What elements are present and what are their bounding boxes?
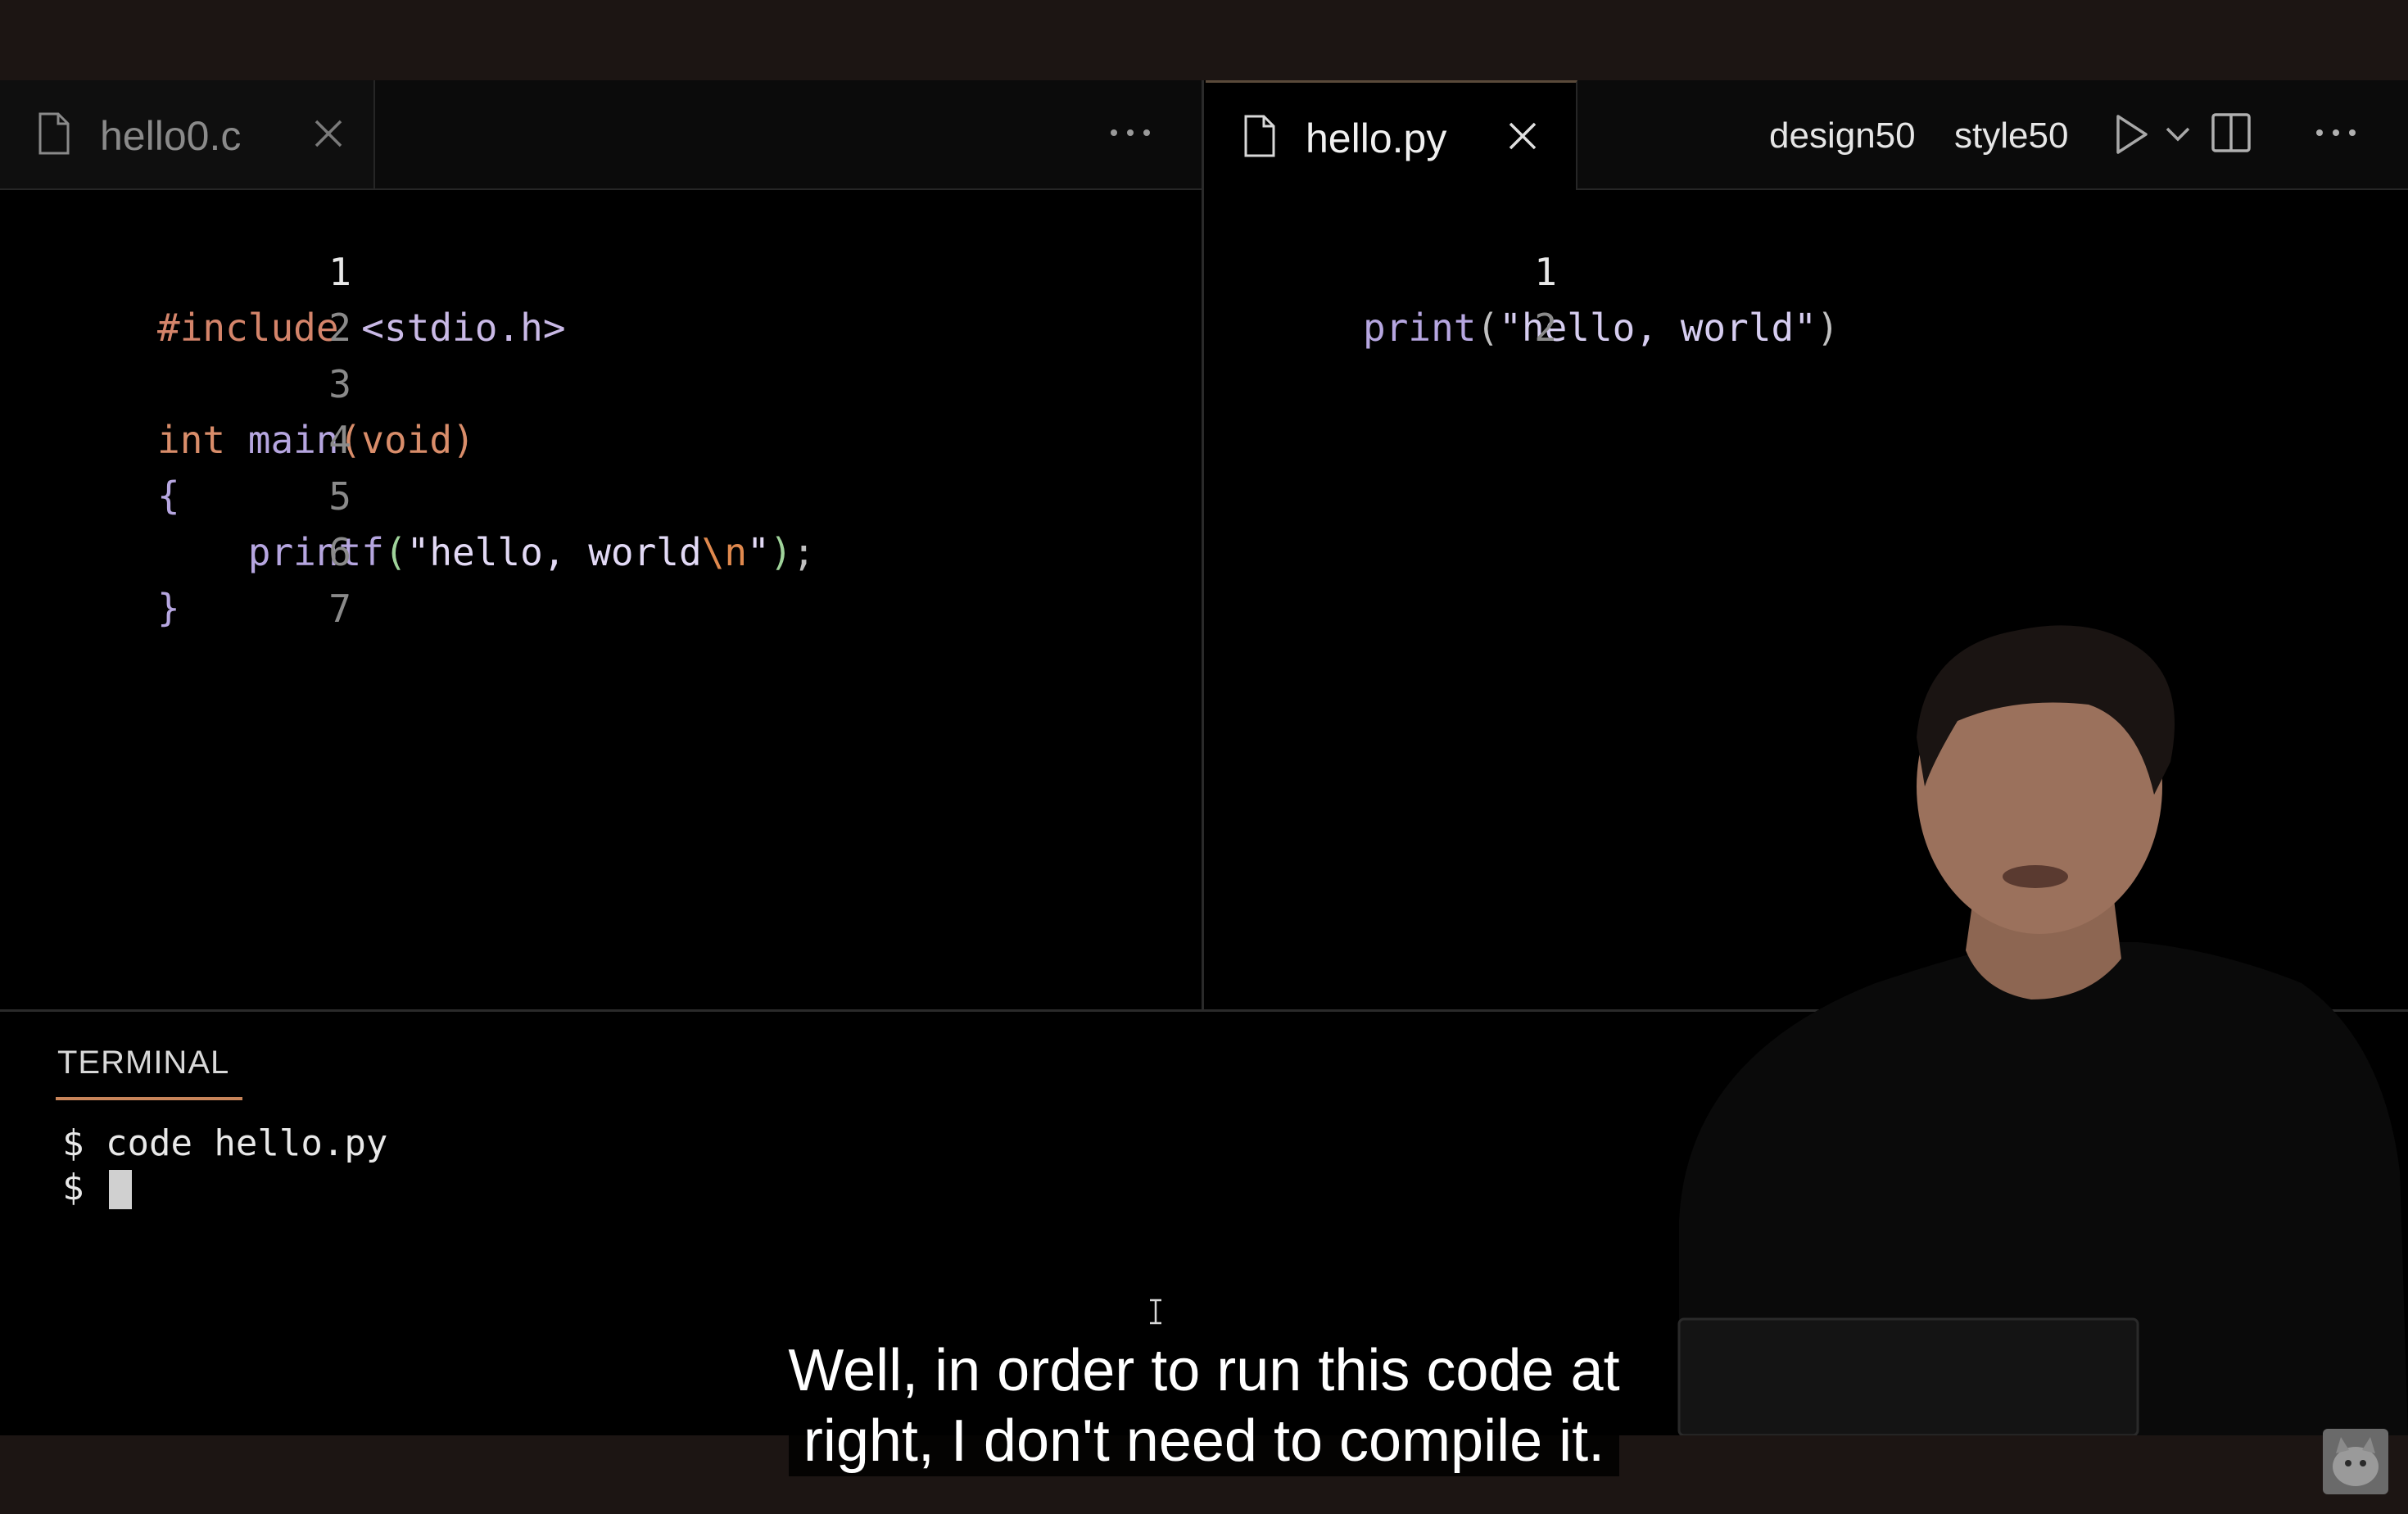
- code-line: 1 #include <stdio.h>: [0, 188, 566, 350]
- style50-button[interactable]: style50: [1954, 113, 2068, 159]
- terminal-cursor: [108, 1170, 132, 1209]
- terminal-tab[interactable]: TERMINAL: [57, 1045, 229, 1081]
- tab-label: hello.py: [1306, 116, 1447, 161]
- file-icon: [38, 112, 70, 155]
- line-number: 1: [1534, 250, 1557, 294]
- code-line: 4 {: [0, 356, 351, 518]
- design50-button[interactable]: design50: [1769, 113, 1916, 159]
- active-tab-indicator: [56, 1097, 242, 1100]
- code-line: 5 printf("hello, world\n");: [0, 413, 815, 574]
- video-frame: hello0.c 1 #include <stdio.h> 2 3 int ma…: [0, 0, 2408, 1514]
- line-number: 2: [1534, 306, 1557, 350]
- tab-hello-py[interactable]: hello.py: [1206, 80, 1577, 190]
- subtitle-line-1: Well, in order to run this code at: [773, 1335, 1635, 1406]
- split-editor-icon[interactable]: [2210, 111, 2252, 154]
- tab-bar-right: hello.py design50 style50: [1206, 80, 2408, 190]
- line-number: 6: [328, 530, 351, 574]
- terminal-output: $ code hello.py $: [62, 1122, 387, 1210]
- code-line: 1 print("hello, world"): [1206, 188, 1840, 350]
- terminal-prompt-line[interactable]: $: [62, 1166, 387, 1210]
- chevron-down-icon[interactable]: [2164, 125, 2192, 144]
- top-letterbox: [0, 0, 2408, 80]
- tab-hello0-c[interactable]: hello0.c: [0, 80, 375, 188]
- subtitles: Well, in order to run this code at right…: [0, 1335, 2408, 1476]
- line-number: 1: [328, 250, 351, 294]
- code-area-left[interactable]: 1 #include <stdio.h> 2 3 int main(void) …: [0, 188, 1202, 1009]
- ellipsis-icon[interactable]: [1107, 121, 1153, 144]
- tab-label: hello0.c: [100, 113, 242, 159]
- channel-avatar[interactable]: [2323, 1429, 2388, 1494]
- line-number: 2: [328, 306, 351, 350]
- code-line: 2: [0, 244, 351, 350]
- close-icon[interactable]: [310, 115, 347, 152]
- line-number: 4: [328, 418, 351, 462]
- line-number: 7: [328, 587, 351, 631]
- ellipsis-icon[interactable]: [2313, 121, 2359, 144]
- tab-bar-left: hello0.c: [0, 80, 1202, 190]
- line-number: 5: [328, 474, 351, 519]
- line-number: 3: [328, 362, 351, 406]
- code-line: 7: [0, 525, 351, 631]
- code-line: 6 }: [0, 469, 351, 630]
- terminal-prompt: $: [62, 1167, 106, 1208]
- subtitle-line-2: right, I don't need to compile it.: [788, 1406, 1620, 1476]
- code-line: 3 int main(void): [0, 301, 475, 462]
- file-icon: [1244, 115, 1275, 157]
- presenter-image: [1677, 625, 2408, 1435]
- close-icon[interactable]: [1504, 117, 1541, 155]
- text-cursor-icon: [1150, 1299, 1161, 1325]
- code-line: 2: [1206, 244, 1557, 350]
- run-icon[interactable]: [2113, 113, 2149, 156]
- editor-pane-left: hello0.c 1 #include <stdio.h> 2 3 int ma…: [0, 80, 1204, 1009]
- terminal-line: $ code hello.py: [62, 1122, 388, 1164]
